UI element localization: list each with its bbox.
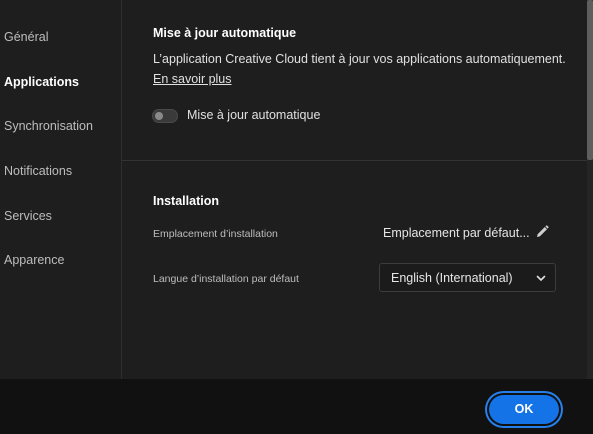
learn-more-link[interactable]: En savoir plus xyxy=(153,72,232,86)
sidebar-item-apparence[interactable]: Apparence xyxy=(4,253,64,267)
installation-title: Installation xyxy=(153,194,219,208)
scrollbar-thumb[interactable] xyxy=(587,0,593,160)
ok-button[interactable]: OK xyxy=(489,395,559,424)
dialog-footer: OK xyxy=(0,379,593,434)
section-divider xyxy=(122,160,587,161)
sidebar-item-notifications[interactable]: Notifications xyxy=(4,164,72,178)
install-language-label: Langue d’installation par défaut xyxy=(153,273,299,285)
preferences-window: Général Applications Synchronisation Not… xyxy=(0,0,593,434)
chevron-down-icon xyxy=(536,275,546,281)
sidebar: Général Applications Synchronisation Not… xyxy=(0,0,122,379)
auto-update-toggle[interactable] xyxy=(152,109,178,123)
sidebar-item-services[interactable]: Services xyxy=(4,209,52,223)
auto-update-title: Mise à jour automatique xyxy=(153,26,297,40)
toggle-knob xyxy=(155,112,163,120)
scrollbar[interactable] xyxy=(587,0,593,379)
settings-content: Mise à jour automatique L’application Cr… xyxy=(122,0,587,379)
pencil-icon[interactable] xyxy=(534,224,550,240)
install-language-value: English (International) xyxy=(391,271,513,285)
auto-update-description: L’application Creative Cloud tient à jou… xyxy=(153,52,566,66)
install-language-select[interactable]: English (International) xyxy=(379,263,556,292)
sidebar-item-applications[interactable]: Applications xyxy=(4,75,79,89)
sidebar-item-general[interactable]: Général xyxy=(4,30,48,44)
auto-update-toggle-label: Mise à jour automatique xyxy=(187,108,321,122)
install-location-value: Emplacement par défaut... xyxy=(383,226,530,240)
install-location-label: Emplacement d’installation xyxy=(153,228,278,240)
sidebar-item-synchronisation[interactable]: Synchronisation xyxy=(4,119,93,133)
